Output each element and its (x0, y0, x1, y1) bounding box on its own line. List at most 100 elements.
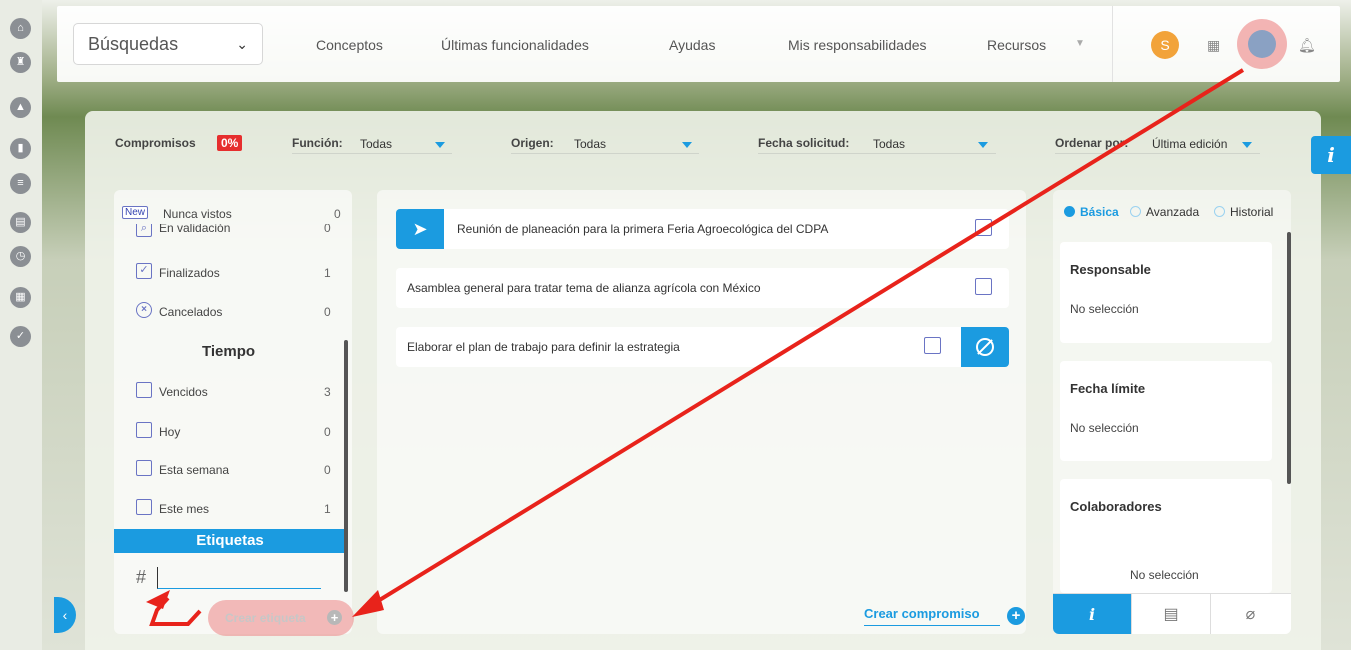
fecha-dropdown-icon[interactable] (978, 142, 988, 148)
nav-conceptos[interactable]: Conceptos (316, 37, 383, 53)
task-row[interactable]: ➤ Reunión de planeación para la primera … (396, 209, 1009, 249)
task-title: Asamblea general para tratar tema de ali… (407, 281, 761, 295)
book-icon[interactable]: ▤ (10, 212, 31, 233)
radio-basica[interactable]: Básica (1064, 205, 1119, 219)
fecha-limite-card[interactable]: Fecha límite No selección (1060, 361, 1272, 461)
radio-label: Historial (1230, 205, 1274, 219)
cancel-task-button[interactable] (961, 327, 1009, 367)
calendar-icon[interactable] (975, 219, 992, 236)
calendar-icon (136, 382, 152, 398)
list-item-count: 0 (324, 425, 331, 439)
home-icon[interactable]: ⌂ (10, 18, 31, 39)
nav-mis-responsabilidades[interactable]: Mis responsabilidades (788, 37, 927, 53)
nav-ayudas[interactable]: Ayudas (669, 37, 715, 53)
search-icon: ⌕ (136, 224, 152, 237)
list-item-nunca-vistos[interactable]: New Nunca vistos 0 (114, 204, 346, 224)
list-item-label: Esta semana (159, 463, 230, 477)
funcion-label: Función: (292, 136, 343, 150)
compromisos-label: Compromisos (115, 136, 196, 150)
list-item-esta-semana[interactable]: Esta semana 0 (114, 460, 346, 480)
list-item-vencidos[interactable]: Vencidos 3 (114, 382, 346, 402)
clock-icon[interactable]: ◷ (10, 246, 31, 267)
origen-value[interactable]: Todas (574, 137, 606, 151)
bell-icon[interactable]: 🔔︎ (1298, 37, 1316, 54)
attachment-icon[interactable]: ⌀ (1211, 594, 1290, 634)
list-item-count: 1 (324, 502, 331, 516)
list-item-finalizados[interactable]: ✓ Finalizados 1 (114, 263, 346, 283)
list-item-cancelados[interactable]: × Cancelados 0 (114, 302, 346, 322)
radio-label: Básica (1080, 205, 1119, 219)
list-item-count: 0 (324, 305, 331, 319)
task-title: Reunión de planeación para la primera Fe… (457, 222, 829, 236)
list-item-label: Este mes (159, 502, 210, 516)
list-item-este-mes[interactable]: Este mes 1 (114, 499, 346, 519)
avatar[interactable]: S (1151, 31, 1179, 59)
task-list: ➤ Reunión de planeación para la primera … (377, 190, 1026, 634)
task-row[interactable]: Elaborar el plan de trabajo para definir… (396, 327, 1009, 367)
calendar-icon (136, 499, 152, 515)
recursos-dropdown-icon[interactable]: ▼ (1075, 38, 1085, 49)
left-scrollbar[interactable] (344, 340, 348, 592)
task-title: Elaborar el plan de trabajo para definir… (407, 340, 680, 354)
radio-historial[interactable]: Historial (1214, 205, 1273, 219)
origen-label: Origen: (511, 136, 554, 150)
top-bar: Búsquedas ⌄ Conceptos Últimas funcionali… (57, 6, 1340, 82)
collapse-rail-button[interactable]: ‹ (54, 597, 76, 633)
radio-label: Avanzada (1146, 205, 1200, 219)
card-value: No selección (1130, 568, 1199, 582)
list-icon[interactable]: ≡ (10, 173, 31, 194)
create-commitment-button[interactable]: Crear compromiso (864, 606, 1000, 626)
colaboradores-card[interactable]: Colaboradores No selección (1060, 479, 1272, 593)
right-scrollbar[interactable] (1287, 232, 1291, 484)
list-item-label: Nunca vistos (163, 207, 232, 221)
check-icon[interactable]: ✓ (10, 326, 31, 347)
filter-bar: Compromisos 0% Función: Todas Origen: To… (85, 111, 1321, 173)
calendar-icon[interactable]: ▦ (1207, 37, 1220, 54)
task-row[interactable]: Asamblea general para tratar tema de ali… (396, 268, 1009, 308)
card-title: Fecha límite (1070, 381, 1146, 396)
funcion-dropdown-icon[interactable] (435, 142, 445, 148)
calendar-icon (136, 422, 152, 438)
list-item-count: 0 (324, 224, 331, 235)
calendar-icon[interactable] (975, 278, 992, 295)
comment-icon[interactable]: ▤ (1132, 594, 1211, 634)
info-tab[interactable]: i (1311, 136, 1351, 174)
funcion-value[interactable]: Todas (360, 137, 392, 151)
calendar-icon[interactable]: ▦ (10, 287, 31, 308)
highlighted-commitments-icon[interactable] (1237, 19, 1287, 69)
plus-icon[interactable]: + (1007, 607, 1025, 625)
calendar-icon[interactable] (924, 337, 941, 354)
list-item-label: Cancelados (159, 305, 223, 319)
ordenar-dropdown-icon[interactable] (1242, 142, 1252, 148)
list-item-en-validacion[interactable]: ⌕ En validación 0 (114, 224, 346, 238)
list-item-label: Hoy (159, 425, 181, 439)
chevron-down-icon: ⌄ (236, 36, 248, 52)
card-value: No selección (1070, 421, 1139, 435)
card-title: Colaboradores (1070, 499, 1162, 514)
checkbox-icon: ✓ (136, 263, 152, 279)
chart-icon[interactable]: ▮ (10, 138, 31, 159)
list-item-label: Vencidos (159, 385, 208, 399)
ordenar-value[interactable]: Última edición (1152, 137, 1227, 151)
list-item-hoy[interactable]: Hoy 0 (114, 422, 346, 442)
detail-tabs: i ▤ ⌀ (1053, 593, 1291, 634)
nav-recursos[interactable]: Recursos (987, 37, 1046, 53)
radio-avanzada[interactable]: Avanzada (1130, 205, 1199, 219)
tag-input[interactable] (157, 567, 321, 589)
create-tag-button[interactable]: Crear etiqueta + (208, 600, 354, 636)
origen-dropdown-icon[interactable] (682, 142, 692, 148)
left-rail: ⌂ ♜ ▲ ▮ ≡ ▤ ◷ ▦ ✓ (0, 0, 42, 650)
responsable-card[interactable]: Responsable No selección (1060, 242, 1272, 343)
list-item-label: En validación (159, 224, 231, 235)
send-icon[interactable]: ➤ (396, 209, 444, 249)
pyramid-icon[interactable]: ▲ (10, 97, 31, 118)
status-filter-panel: New Nunca vistos 0 ⌕ En validación 0 ✓ F… (114, 190, 352, 634)
list-item-label: Finalizados (159, 266, 220, 280)
info-tab-icon[interactable]: i (1053, 594, 1132, 634)
plus-icon: + (327, 610, 342, 625)
search-select[interactable]: Búsquedas ⌄ (73, 23, 263, 65)
nav-ultimas-funcionalidades[interactable]: Últimas funcionalidades (441, 37, 589, 53)
list-item-count: 1 (324, 266, 331, 280)
tower-icon[interactable]: ♜ (10, 52, 31, 73)
fecha-solicitud-value[interactable]: Todas (873, 137, 905, 151)
